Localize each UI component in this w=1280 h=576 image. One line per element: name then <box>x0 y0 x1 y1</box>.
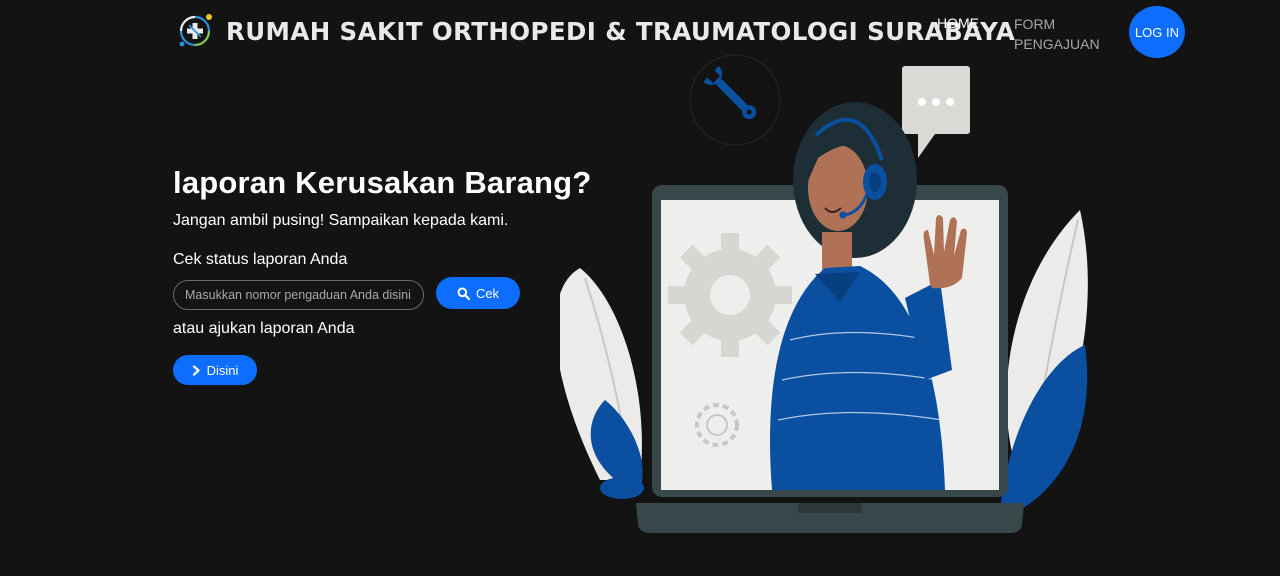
customer-service-illustration <box>560 54 1088 533</box>
cek-button-label: Cek <box>475 285 500 301</box>
nav-home-link[interactable]: HOME <box>937 15 979 31</box>
speech-bubble-icon <box>902 66 970 158</box>
cek-button[interactable]: Cek <box>436 277 520 309</box>
status-check-label: Cek status laporan Anda <box>173 251 348 268</box>
login-button[interactable]: LOG IN <box>1129 6 1185 58</box>
ajukan-label: atau ajukan laporan Anda <box>173 320 355 337</box>
hero-subtitle: Jangan ambil pusing! Sampaikan kepada ka… <box>173 212 509 229</box>
gear-icon <box>668 233 792 357</box>
disini-button[interactable]: Disini <box>173 355 257 385</box>
hospital-logo-icon <box>179 14 212 47</box>
wrench-icon <box>703 66 757 120</box>
disini-button-label: Disini <box>206 362 239 378</box>
chevron-right-icon <box>192 364 200 376</box>
search-icon <box>457 287 470 300</box>
hero-title: laporan Kerusakan Barang? <box>173 165 592 200</box>
complaint-number-input[interactable] <box>173 280 424 310</box>
